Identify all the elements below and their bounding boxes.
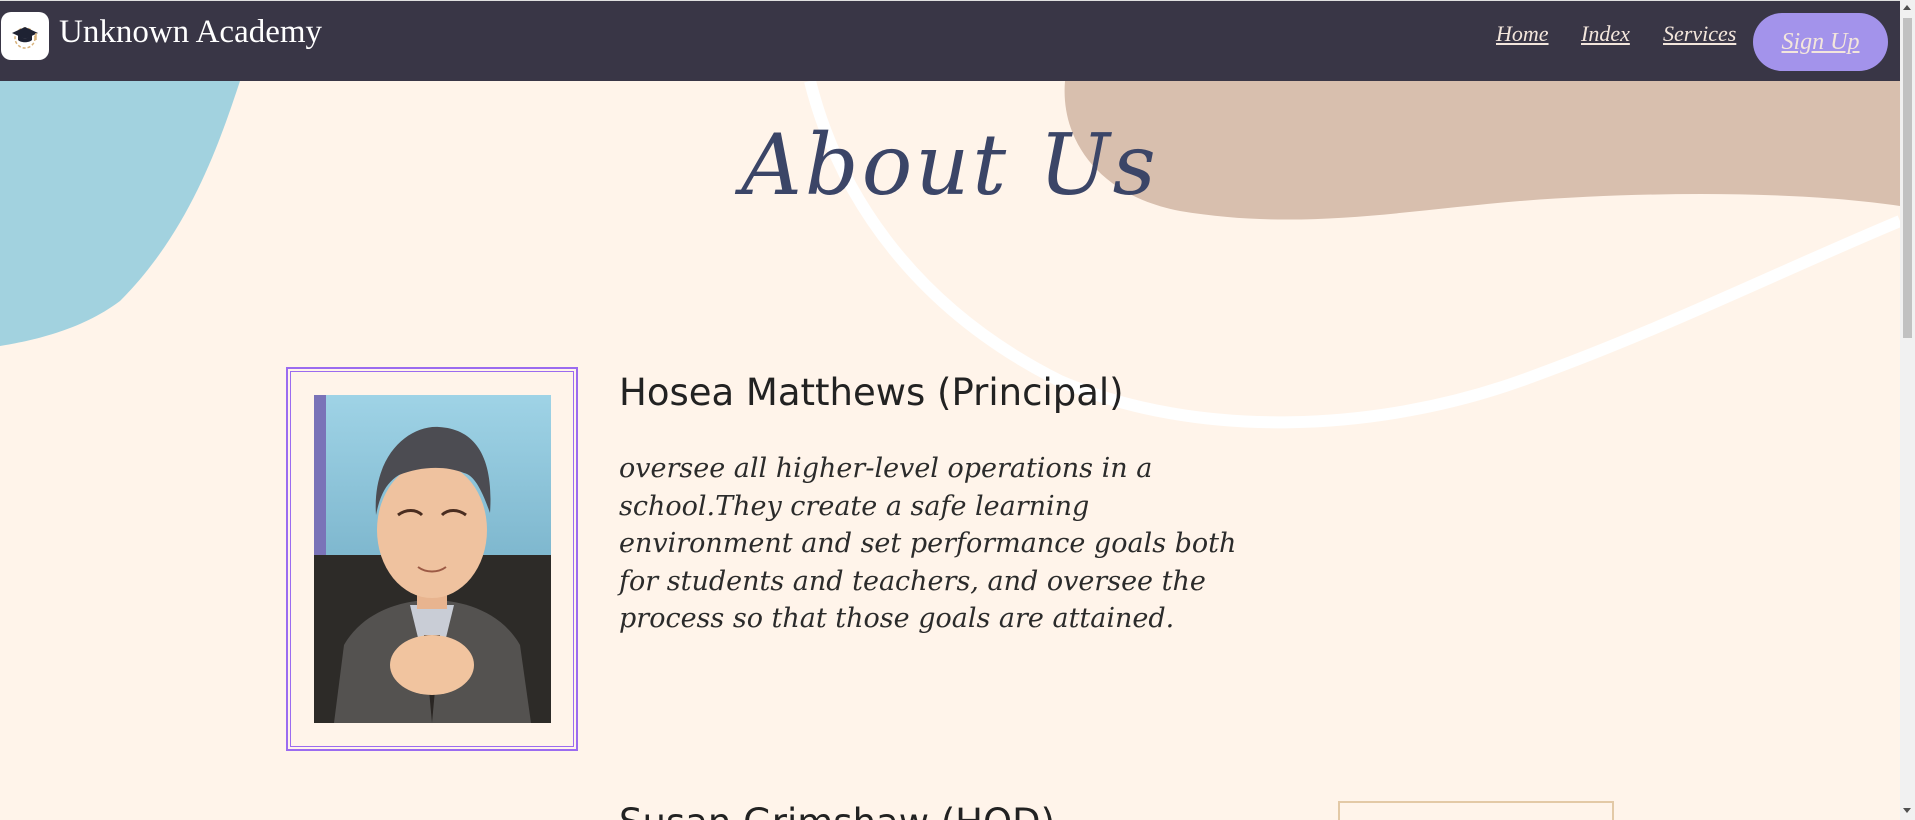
nav-link-home[interactable]: Home bbox=[1496, 21, 1549, 47]
portrait-frame-next bbox=[1338, 801, 1614, 820]
sign-up-button[interactable]: Sign Up bbox=[1753, 13, 1888, 71]
staff-name: Hosea Matthews (Principal) bbox=[619, 371, 1124, 414]
vertical-scrollbar[interactable] bbox=[1900, 0, 1915, 820]
logo[interactable] bbox=[1, 12, 49, 60]
staff-description: oversee all higher-level operations in a… bbox=[619, 453, 1237, 634]
top-navbar: Unknown Academy Home Index Services Sign… bbox=[0, 0, 1900, 81]
scroll-down-arrow-icon[interactable] bbox=[1903, 808, 1911, 813]
scroll-thumb[interactable] bbox=[1903, 18, 1912, 338]
scroll-up-arrow-icon[interactable] bbox=[1903, 5, 1911, 10]
nav-link-index[interactable]: Index bbox=[1581, 21, 1630, 47]
graduation-cap-icon bbox=[12, 27, 38, 49]
principal-portrait-image bbox=[314, 395, 551, 723]
page-title: About Us bbox=[741, 116, 1159, 214]
staff-name-next: Susan Grimshaw (HOD) bbox=[619, 798, 1055, 820]
nav-link-services[interactable]: Services bbox=[1663, 21, 1736, 47]
page: Unknown Academy Home Index Services Sign… bbox=[0, 0, 1915, 820]
brand-title[interactable]: Unknown Academy bbox=[59, 12, 322, 52]
